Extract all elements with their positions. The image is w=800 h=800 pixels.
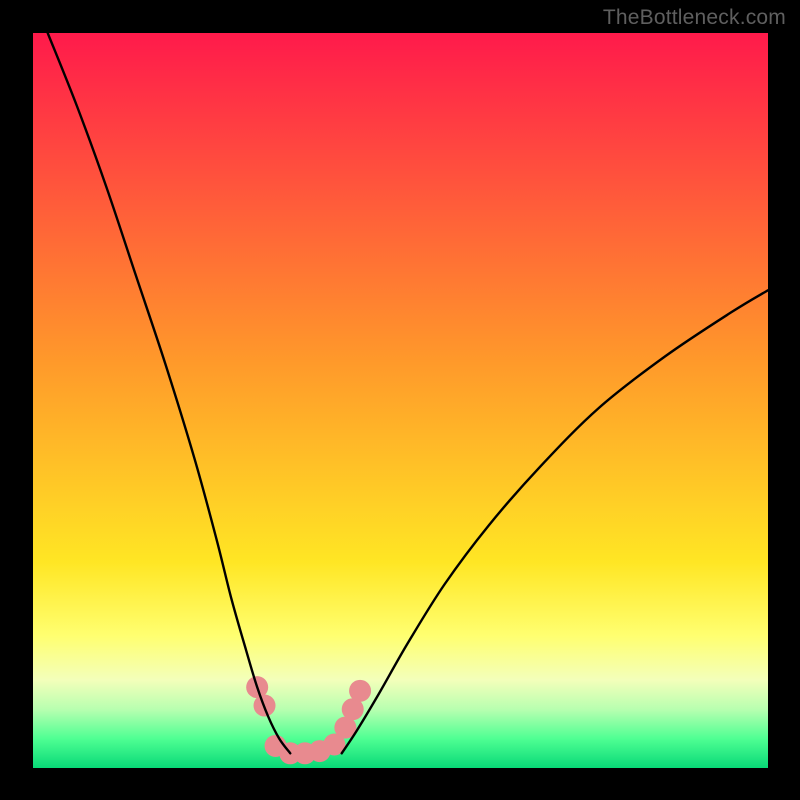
chart-frame: TheBottleneck.com [0,0,800,800]
valley-marker [349,680,371,702]
bottleneck-chart [0,0,800,800]
